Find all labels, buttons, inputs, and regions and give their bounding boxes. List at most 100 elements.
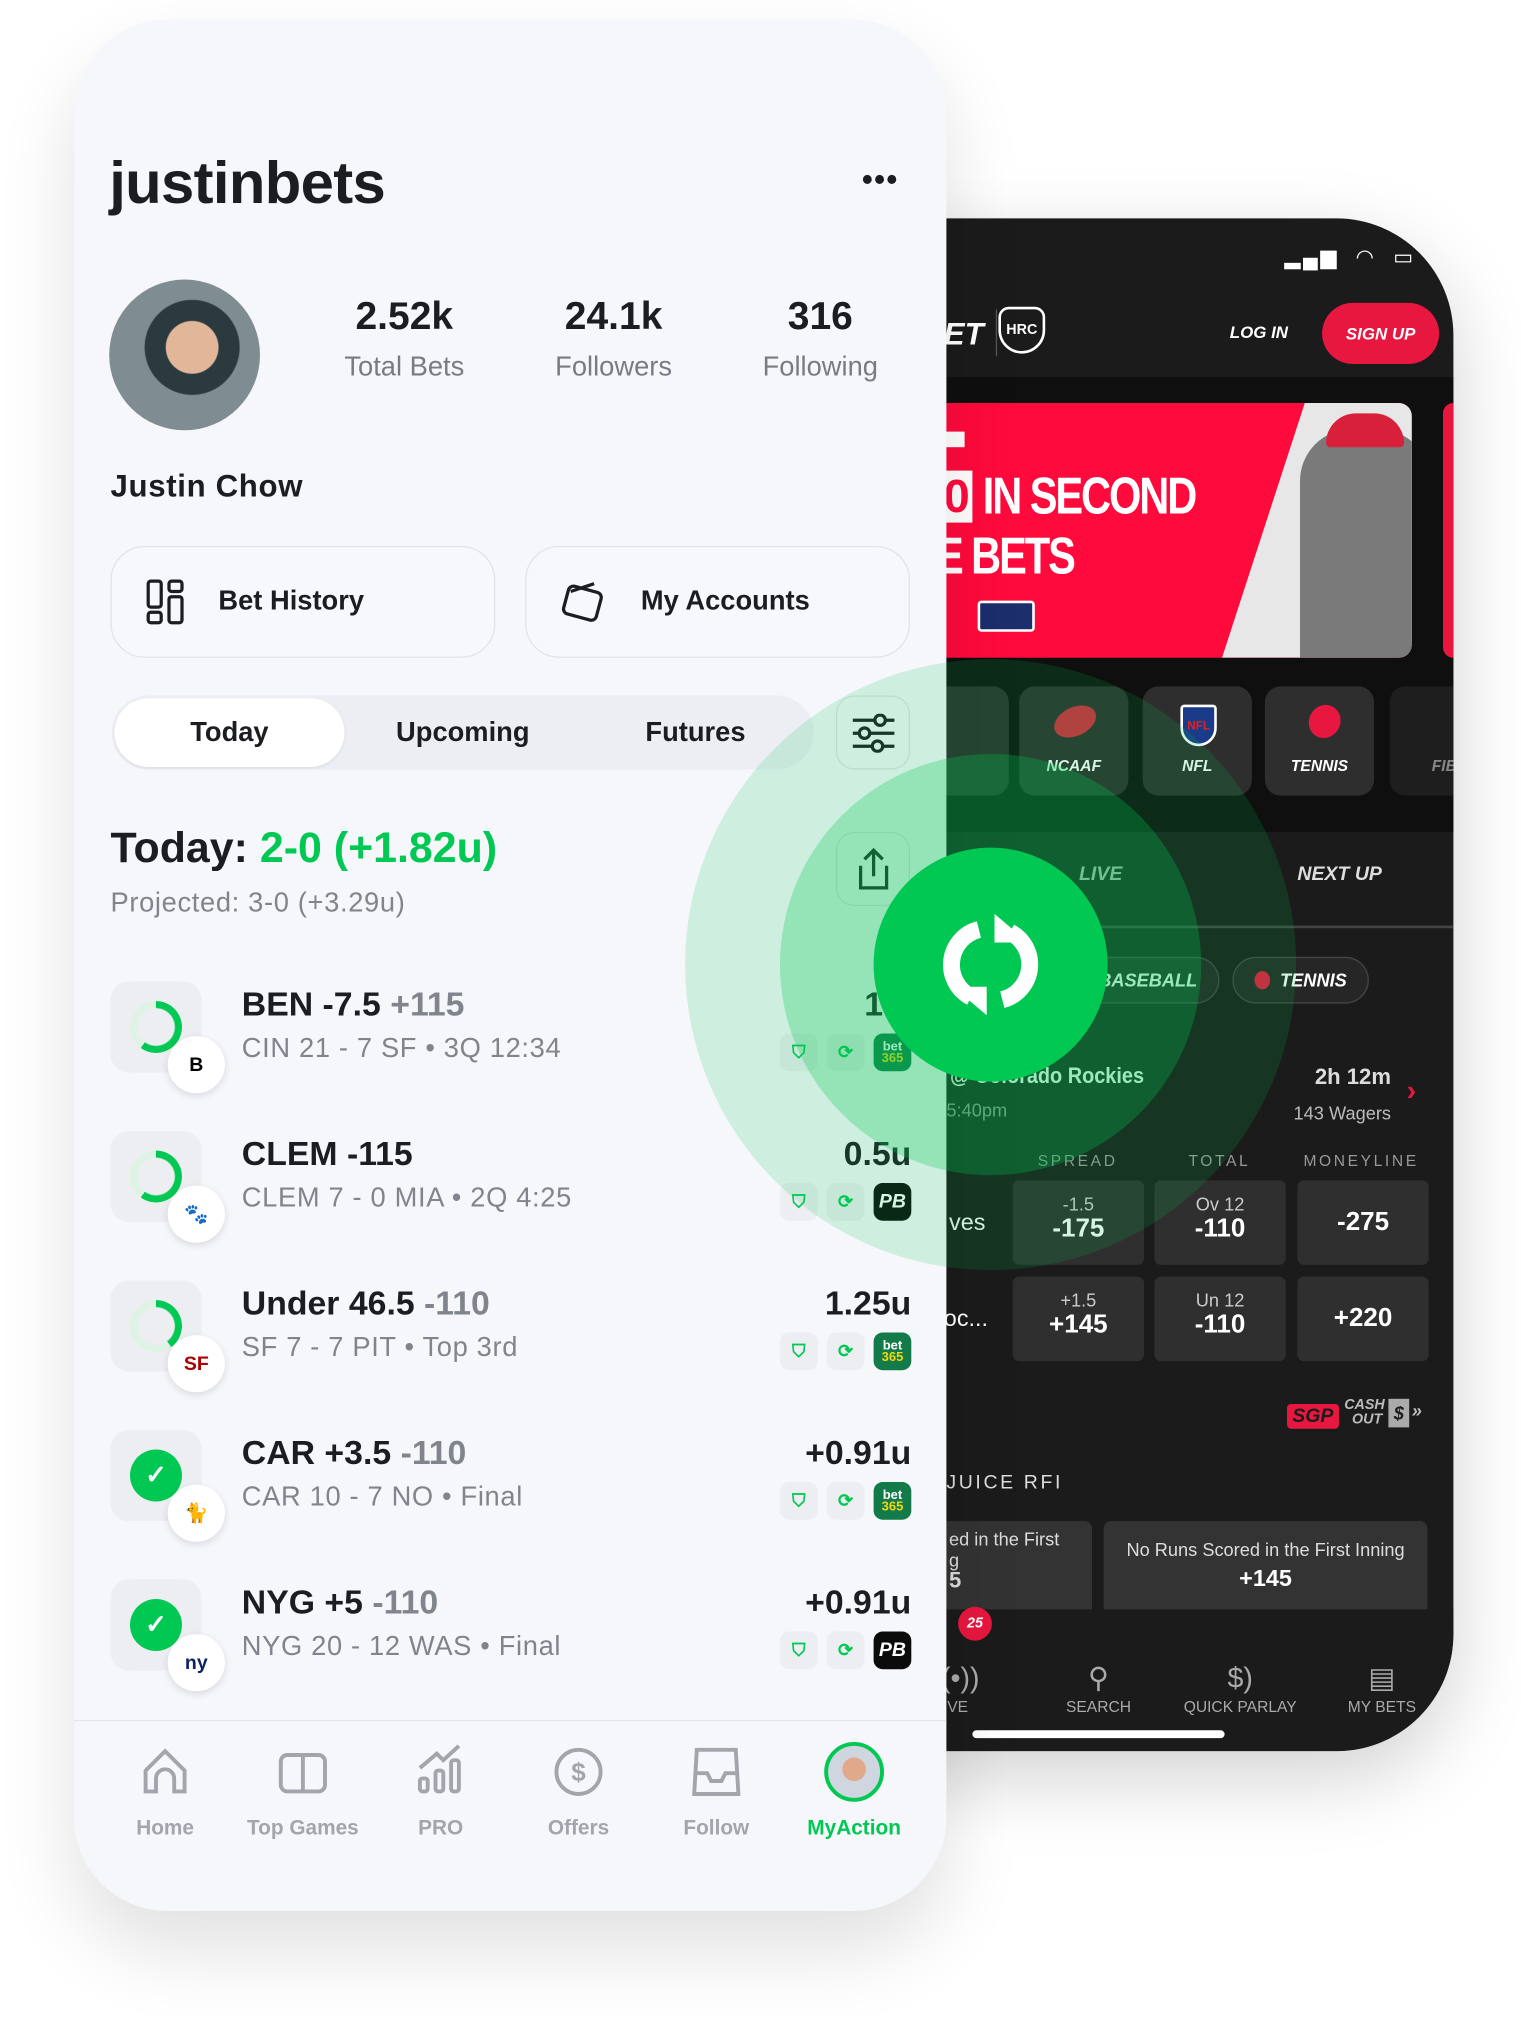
nav-follow[interactable]: Follow	[647, 1742, 785, 1841]
nav-myaction[interactable]: MyAction	[785, 1741, 923, 1841]
home-icon	[143, 1748, 187, 1794]
odds-button[interactable]: -275	[1297, 1180, 1429, 1265]
svg-text:$: $	[571, 1757, 586, 1787]
stat-followers[interactable]: 24.1k Followers	[510, 295, 718, 383]
more-options-icon[interactable]: •••	[862, 163, 899, 199]
bet-pick: CAR +3.5 -110	[241, 1432, 467, 1472]
bet-pick: CLEM -115	[241, 1133, 413, 1173]
bet-units: 1.5	[864, 984, 912, 1024]
odds-button[interactable]: -1.5 -175	[1012, 1180, 1144, 1265]
sport-tile-ncaaf[interactable]: NCAAF	[1019, 686, 1129, 796]
stat-total-bets[interactable]: 2.52k Total Bets	[300, 295, 508, 383]
chip-baseball[interactable]: BASEBALL	[987, 956, 1220, 1004]
section-title: JUICE RFI	[946, 1471, 1063, 1494]
team-name: oc...	[943, 1305, 989, 1332]
nav-home[interactable]: Home	[96, 1742, 234, 1841]
football-icon	[1049, 699, 1102, 744]
column-header: SPREAD	[1037, 1151, 1118, 1170]
nav-quick-parlay[interactable]: $) QUICK PARLAY	[1169, 1661, 1312, 1716]
sync-icon: ⟳	[826, 1183, 865, 1221]
bet-score: SF 7 - 7 PIT • Top 3rd	[241, 1332, 519, 1363]
sgp-badge: SGP	[1287, 1404, 1339, 1429]
bet-pick: Under 46.5 -110	[241, 1283, 490, 1323]
avatar[interactable]	[109, 279, 260, 431]
promo-banner[interactable]: 0 IN SECOND E BETS	[883, 403, 1412, 658]
verified-shield-icon: ⛉	[780, 1332, 818, 1371]
banner-text: IN SECOND	[982, 467, 1198, 526]
odds-button[interactable]: Un 12 -110	[1154, 1276, 1286, 1362]
sync-icon: ⟳	[826, 1482, 865, 1520]
my-accounts-button[interactable]: My Accounts	[525, 546, 910, 658]
team-logo: 🐈	[167, 1484, 225, 1542]
verified-shield-icon: ⛉	[780, 1482, 818, 1520]
odds-button[interactable]: Ov 12 -110	[1154, 1180, 1286, 1265]
chevron-right-icon[interactable]: ›	[1407, 1074, 1417, 1108]
tennis-icon	[1254, 971, 1271, 990]
chip-tennis[interactable]: TENNIS	[1232, 956, 1369, 1004]
brand-logo: ET	[943, 317, 984, 353]
nav-offers[interactable]: $ Offers	[510, 1742, 648, 1841]
receipt-icon: ▤	[1368, 1661, 1396, 1694]
wallet-icon	[561, 582, 603, 622]
bet-row[interactable]: 🐾 CLEM -115 CLEM 7 - 0 MIA • 2Q 4:25 0.5…	[110, 1131, 912, 1261]
sign-up-button[interactable]: SIGN UP	[1322, 302, 1440, 364]
bet-units: 0.5u	[843, 1133, 912, 1173]
bet-score: CAR 10 - 7 NO • Final	[241, 1482, 523, 1512]
book-logo-pointsbet: PB	[873, 1183, 912, 1221]
chart-up-icon	[417, 1744, 461, 1794]
divider	[995, 309, 998, 357]
dollar-icon: $	[1388, 1398, 1410, 1428]
stat-following[interactable]: 316 Following	[716, 295, 924, 383]
bet-units: 1.25u	[824, 1283, 912, 1323]
status-bar: ▂▄▆ ◠ ▭	[1284, 246, 1416, 270]
nav-pro[interactable]: PRO	[372, 1742, 510, 1841]
bet-row[interactable]: SF Under 46.5 -110 SF 7 - 7 PIT • Top 3r…	[110, 1280, 912, 1411]
scoreboard-icon	[278, 1753, 327, 1794]
nav-top-games[interactable]: Top Games	[234, 1742, 372, 1841]
today-summary: Today: 2-0 (+1.82u)	[110, 822, 498, 871]
bet-row[interactable]: ✓ 🐈 CAR +3.5 -110 CAR 10 - 7 NO • Final …	[110, 1430, 912, 1560]
verified-shield-icon: ⛉	[780, 1631, 818, 1670]
odds-button[interactable]: +220	[1297, 1276, 1429, 1362]
home-indicator	[972, 1730, 1225, 1739]
team-logo: SF	[167, 1335, 225, 1393]
team-logo: ny	[167, 1634, 225, 1692]
tab-upcoming[interactable]: Upcoming	[346, 698, 580, 767]
sync-icon: ⟳	[826, 1033, 865, 1072]
tab-live[interactable]: LIVE	[1079, 863, 1122, 885]
tab-futures[interactable]: Futures	[580, 698, 811, 767]
bet-history-icon	[146, 579, 184, 625]
mlb-logo	[977, 600, 1035, 632]
team-logo: 🐾	[167, 1185, 225, 1243]
bet-units: +0.91u	[805, 1582, 912, 1622]
cash-out-badge: CASH OUT $»	[1344, 1397, 1422, 1428]
dollar-circle-icon: $	[554, 1747, 603, 1796]
filter-button[interactable]	[835, 695, 910, 770]
team-name: ves	[948, 1209, 986, 1235]
odds-button[interactable]: +1.5 +145	[1012, 1276, 1144, 1362]
log-in-button[interactable]: LOG IN	[1230, 322, 1288, 342]
divider	[74, 1719, 947, 1722]
share-button[interactable]	[835, 832, 910, 907]
nav-my-bets[interactable]: ▤ MY BETS	[1310, 1661, 1453, 1716]
banner-text: E BETS	[935, 527, 1076, 585]
sync-icon: ⟳	[826, 1332, 865, 1371]
column-header: MONEYLINE	[1303, 1151, 1419, 1170]
book-logo-bet365: bet 365	[873, 1033, 912, 1072]
nav-search[interactable]: ⚲ SEARCH	[1027, 1661, 1170, 1716]
bet-history-button[interactable]: Bet History	[110, 546, 496, 658]
page-title: justinbets	[109, 148, 386, 216]
tab-next-up[interactable]: NEXT UP	[1297, 863, 1382, 885]
verified-shield-icon: ⛉	[780, 1033, 818, 1072]
book-logo-bet365: bet 365	[873, 1332, 912, 1371]
sport-tile-nfl[interactable]: NFL NFL	[1142, 686, 1252, 796]
tab-today[interactable]: Today	[114, 698, 345, 767]
tab-bar: Today Upcoming Futures	[111, 695, 814, 770]
sport-tile-tennis[interactable]: TENNIS	[1264, 686, 1375, 796]
sync-icon: ⟳	[826, 1631, 865, 1670]
bet-row[interactable]: B BEN -7.5 +115 CIN 21 - 7 SF • 3Q 12:34…	[110, 981, 912, 1111]
game-title[interactable]: s @ Colorado Rockies	[933, 1063, 1144, 1089]
nfl-shield-icon: NFL	[1180, 704, 1217, 747]
bet-row[interactable]: ✓ ny NYG +5 -110 NYG 20 - 12 WAS • Final…	[110, 1579, 912, 1710]
sport-tile-fiba[interactable]: FIB	[1389, 686, 1454, 796]
